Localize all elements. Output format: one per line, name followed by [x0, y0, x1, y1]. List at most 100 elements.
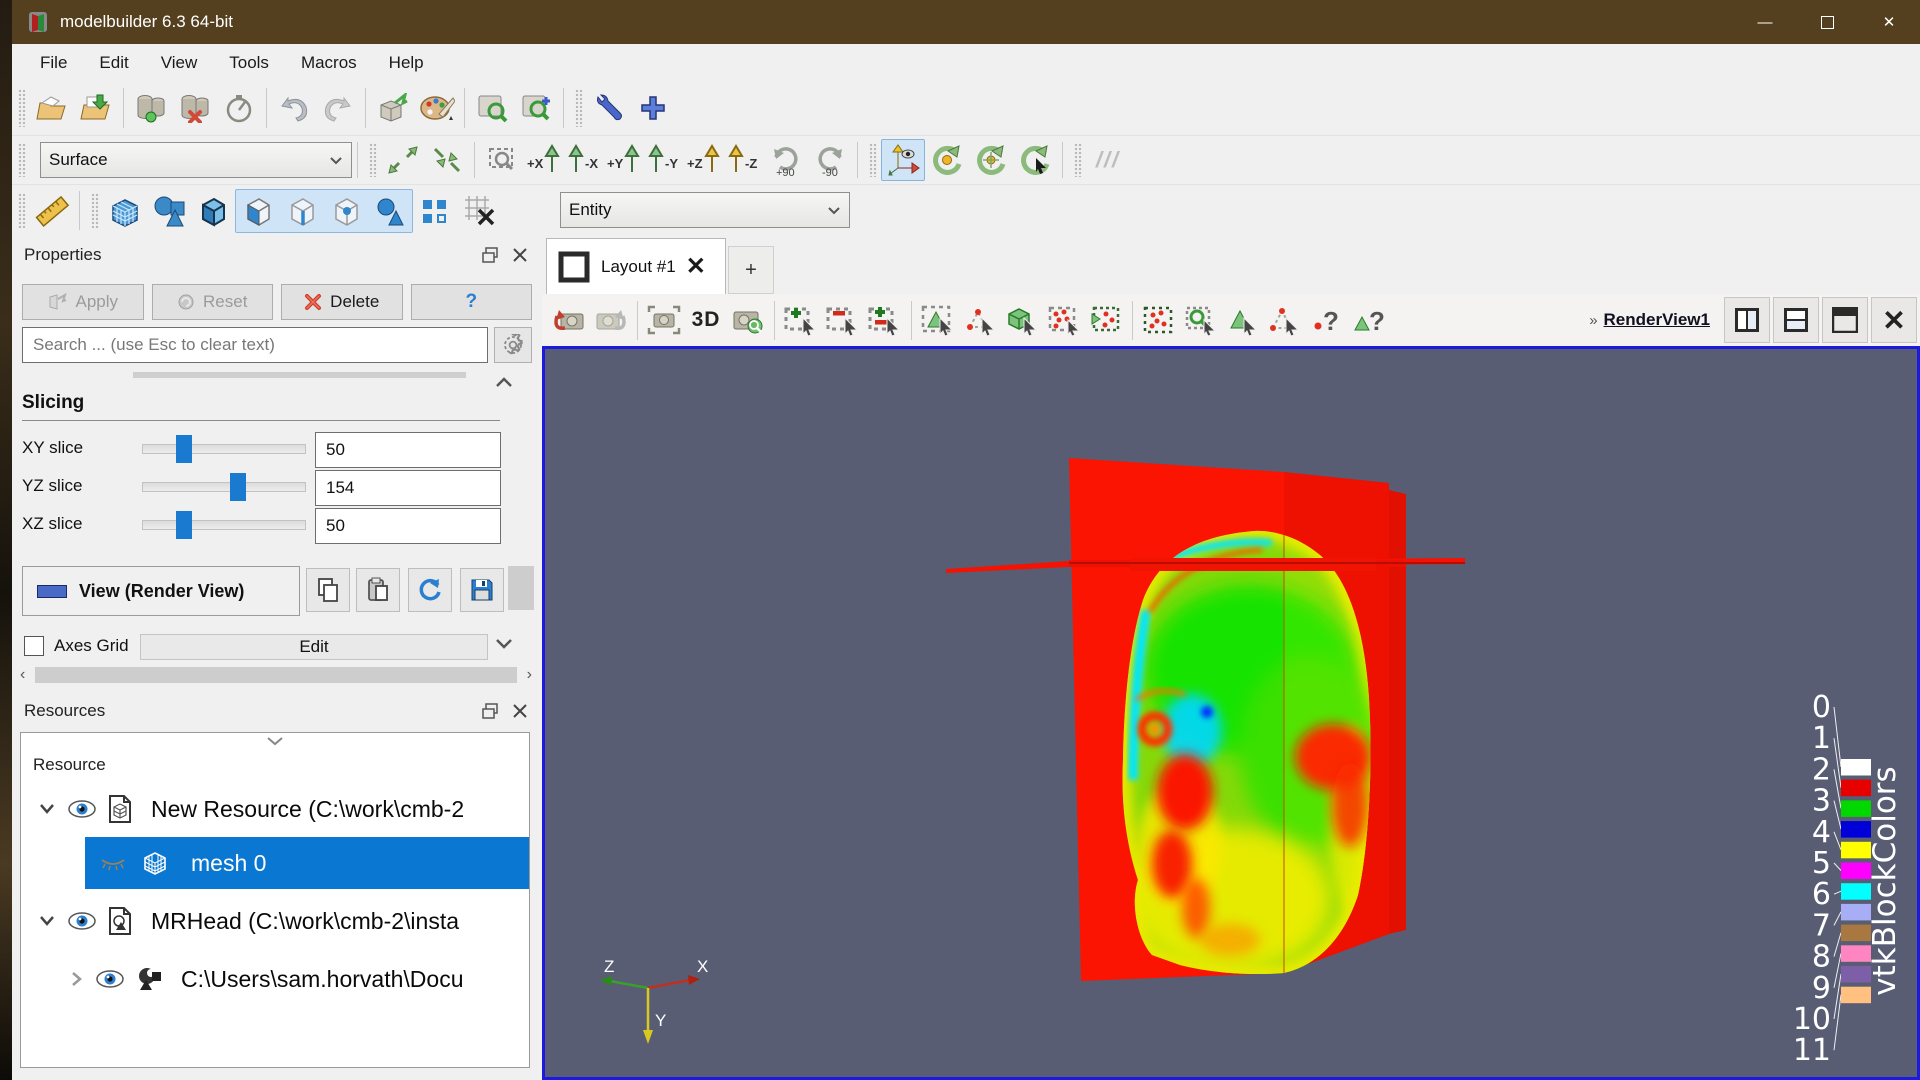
view-minus-z-button[interactable]: -Z — [724, 139, 764, 181]
zoom-closest-button[interactable] — [425, 139, 469, 181]
yz-slice-value[interactable]: 154 — [315, 470, 501, 506]
select-cells-subtract-button[interactable] — [822, 298, 864, 342]
renderview-expand-icon[interactable]: » — [1589, 312, 1597, 329]
tree-row-users-path[interactable]: C:\Users\sam.horvath\Docu — [21, 955, 529, 1003]
minimize-button[interactable]: — — [1734, 0, 1796, 44]
rotate-about-point-button[interactable] — [969, 139, 1013, 181]
select-cells-add-button[interactable] — [780, 298, 822, 342]
visibility-eye-icon[interactable] — [67, 799, 97, 819]
scroll-right-icon[interactable]: › — [527, 666, 532, 684]
undo-button[interactable] — [272, 87, 316, 129]
rotate-90-ccw-button[interactable]: -90 — [808, 139, 852, 181]
camera-redo-button[interactable] — [590, 298, 632, 342]
xz-slice-handle[interactable] — [176, 511, 192, 539]
save-data-button[interactable] — [74, 87, 118, 129]
close-panel-icon[interactable] — [512, 703, 528, 719]
save-view-defaults-button[interactable] — [460, 568, 504, 612]
renderview-title[interactable]: RenderView1 — [1604, 310, 1710, 330]
mesh-select-button[interactable] — [457, 190, 501, 232]
rotate-about-center-button[interactable] — [925, 139, 969, 181]
delete-button[interactable]: Delete — [281, 284, 403, 320]
tree-row-mrhead[interactable]: MRHead (C:\work\cmb-2\insta — [21, 897, 529, 945]
menu-tools[interactable]: Tools — [213, 44, 285, 81]
paste-view-button[interactable] — [356, 568, 400, 612]
float-panel-icon[interactable] — [482, 247, 498, 263]
disconnect-server-button[interactable] — [173, 87, 217, 129]
select-vertices-mode[interactable] — [324, 190, 368, 232]
solid-cube-button[interactable] — [191, 190, 235, 232]
select-edges-mode[interactable] — [280, 190, 324, 232]
select-frustum-points-button[interactable] — [1085, 298, 1127, 342]
geometry-blocks-button[interactable] — [147, 190, 191, 232]
view-plus-x-button[interactable]: +X — [524, 139, 564, 181]
apply-button[interactable]: Apply — [22, 284, 144, 320]
open-file-button[interactable] — [30, 87, 74, 129]
hover-points-button[interactable] — [1264, 298, 1306, 342]
help-button[interactable]: ? — [411, 284, 533, 320]
yz-slice-handle[interactable] — [230, 473, 246, 501]
scroll-up-icon[interactable] — [494, 376, 514, 388]
close-panel-icon[interactable] — [512, 247, 528, 263]
voxel-grid-button[interactable] — [103, 190, 147, 232]
select-block-button[interactable] — [1001, 298, 1043, 342]
search-input[interactable] — [22, 327, 488, 363]
view-minus-y-button[interactable]: -Y — [644, 139, 684, 181]
xz-slice-slider[interactable] — [142, 520, 306, 530]
maximize-button[interactable] — [1796, 0, 1858, 44]
xy-slice-handle[interactable] — [176, 435, 192, 463]
scroll-left-icon[interactable]: ‹ — [20, 666, 25, 684]
copy-view-button[interactable] — [306, 568, 350, 612]
close-tab-icon[interactable]: ✕ — [686, 252, 706, 281]
hover-cells-button[interactable] — [1222, 298, 1264, 342]
select-cells-toggle-button[interactable] — [864, 298, 906, 342]
reset-camera-button[interactable] — [381, 139, 425, 181]
view-plus-z-button[interactable]: +Z — [684, 139, 724, 181]
block-colors-legend[interactable]: vtkBlockColors 01234567891011 — [1793, 690, 1903, 1068]
reset-view-defaults-button[interactable] — [408, 568, 452, 612]
menu-macros[interactable]: Macros — [285, 44, 373, 81]
expander-down-icon[interactable] — [37, 914, 57, 928]
xy-slice-slider[interactable] — [142, 444, 306, 454]
maximize-view-button[interactable] — [1822, 297, 1868, 343]
reset-button[interactable]: Reset — [152, 284, 274, 320]
zoom-to-box-button[interactable] — [480, 139, 524, 181]
measure-ruler-button[interactable] — [30, 190, 74, 232]
view-minus-x-button[interactable]: -X — [564, 139, 604, 181]
layout-tab[interactable]: Layout #1 ✕ — [546, 238, 726, 294]
connect-server-button[interactable] — [129, 87, 173, 129]
expander-right-icon[interactable] — [69, 969, 83, 989]
render-viewport[interactable]: Z X Y vtkBlockColors 01234567891011 — [542, 346, 1920, 1080]
close-button[interactable]: ✕ — [1858, 0, 1920, 44]
add-source-button[interactable] — [631, 87, 675, 129]
center-axes-visibility-toggle[interactable] — [881, 139, 925, 181]
scroll-down-icon[interactable] — [494, 638, 514, 650]
axes-grid-checkbox[interactable] — [24, 636, 44, 656]
new-layout-tab-button[interactable]: + — [728, 246, 774, 294]
interactive-select-points-button[interactable] — [1138, 298, 1180, 342]
menu-edit[interactable]: Edit — [83, 44, 144, 81]
visibility-eye-icon[interactable] — [95, 969, 125, 989]
split-horizontal-button[interactable] — [1724, 297, 1770, 343]
panel-vscroll-thumb[interactable] — [508, 566, 534, 610]
select-blocks-mode[interactable] — [368, 190, 412, 232]
entity-combobox[interactable]: Entity — [560, 192, 850, 228]
save-screenshot-button[interactable] — [643, 298, 685, 342]
tree-row-new-resource[interactable]: New Resource (C:\work\cmb-2 — [21, 785, 529, 833]
tools-wrench-button[interactable] — [587, 87, 631, 129]
tree-collapse-icon[interactable] — [264, 735, 286, 747]
zoom-to-selection-button[interactable] — [514, 87, 558, 129]
load-state-button[interactable] — [371, 87, 415, 129]
panel-hscroll-thumb[interactable] — [35, 667, 516, 683]
view-render-view-group[interactable]: View (Render View) — [22, 566, 300, 616]
interactive-select-cells-button[interactable] — [1180, 298, 1222, 342]
menu-file[interactable]: File — [24, 44, 83, 81]
xz-slice-value[interactable]: 50 — [315, 508, 501, 544]
select-frustum-cells-button[interactable] — [1043, 298, 1085, 342]
rotate-90-cw-button[interactable]: +90 — [764, 139, 808, 181]
view-plus-y-button[interactable]: +Y — [604, 139, 644, 181]
select-faces-mode[interactable] — [236, 190, 280, 232]
split-vertical-button[interactable] — [1773, 297, 1819, 343]
tree-row-mesh0[interactable]: mesh 0 — [21, 837, 529, 889]
rotate-camera-cursor-button[interactable] — [1013, 139, 1057, 181]
visibility-eye-icon[interactable] — [67, 911, 97, 931]
